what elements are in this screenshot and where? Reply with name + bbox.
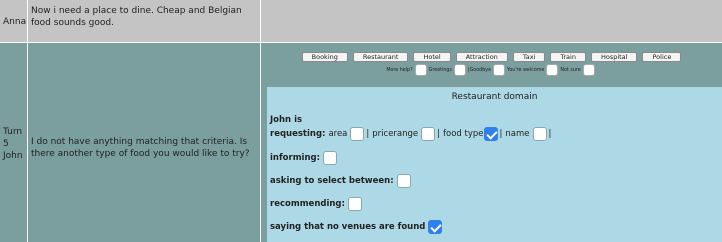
select-label: asking to select between:: [270, 176, 394, 186]
restaurant-domain-panel: Restaurant domain John is requesting: ar…: [267, 87, 722, 242]
prev-turn-message-cell: Now i need a place to dine. Cheap and Be…: [28, 0, 260, 42]
help-greetings-label: Greetings: [428, 67, 452, 73]
help-not-sure: Not sure: [560, 64, 596, 76]
domain-button-booking[interactable]: Booking: [301, 52, 348, 62]
domain-button-hospital[interactable]: Hospital: [590, 52, 638, 62]
slot-separator: |: [366, 129, 370, 139]
current-turn-message: I do not have anything matching that cri…: [31, 137, 250, 159]
help-more-checkbox[interactable]: [414, 64, 427, 76]
help-more-label: More help?: [386, 67, 413, 73]
annotation-panel: Booking Restaurant Hotel Attraction Taxi…: [261, 43, 722, 242]
no-venues-row: saying that no venues are found: [270, 220, 444, 234]
slot-separator: |: [499, 129, 503, 139]
slot-pricerange-checkbox[interactable]: [421, 127, 436, 141]
slot-food-type-label: food type: [443, 129, 484, 139]
prev-turn-speaker: Anna: [3, 17, 27, 27]
turn-label-block: Turn 5 John: [3, 126, 23, 162]
domain-button-police[interactable]: Police: [642, 52, 682, 62]
current-turn-speaker-cell: Turn 5 John: [0, 43, 27, 242]
domain-button-train[interactable]: Train: [550, 52, 586, 62]
prev-turn-annotation-cell: [261, 0, 722, 42]
slot-pricerange-label: pricerange: [372, 129, 419, 139]
help-not-sure-label: Not sure: [560, 67, 581, 73]
no-venues-label: saying that no venues are found: [270, 222, 426, 232]
requesting-row: requesting: area | pricerange | food typ…: [270, 127, 551, 141]
recommending-row: recommending:: [270, 197, 364, 211]
slot-food-type-checkbox[interactable]: [483, 127, 498, 141]
domain-button-bar: Booking Restaurant Hotel Attraction Taxi…: [261, 52, 722, 62]
help-welcome-label: You're welcome: [507, 67, 545, 73]
requesting-label: requesting:: [270, 129, 326, 139]
domain-button-restaurant[interactable]: Restaurant: [352, 52, 409, 62]
no-venues-checkbox[interactable]: [428, 220, 443, 234]
help-greetings-checkbox[interactable]: [453, 64, 466, 76]
domain-button-attraction[interactable]: Attraction: [455, 52, 508, 62]
select-checkbox[interactable]: [396, 174, 411, 188]
informing-checkbox[interactable]: [323, 151, 337, 165]
slot-area-checkbox[interactable]: [350, 127, 365, 141]
slot-area-label: area: [328, 129, 348, 139]
informing-row: informing:: [270, 151, 339, 165]
recommending-label: recommending:: [270, 199, 345, 209]
help-welcome: You're welcome: [507, 64, 560, 76]
current-turn-speaker: John: [3, 151, 23, 161]
help-more: More help?: [386, 64, 428, 76]
prev-turn-speaker-cell: Anna: [0, 0, 27, 42]
help-goodbye-checkbox[interactable]: [493, 64, 506, 76]
turn-number: 5: [3, 139, 9, 149]
select-row: asking to select between:: [270, 174, 413, 188]
recommending-checkbox[interactable]: [347, 197, 362, 211]
turn-label: Turn: [3, 127, 23, 137]
informing-label: informing:: [270, 153, 320, 163]
domain-panel-title: Restaurant domain: [451, 92, 538, 102]
current-turn-message-cell: I do not have anything matching that cri…: [28, 43, 260, 242]
slot-name-label: name: [505, 129, 530, 139]
domain-button-hotel[interactable]: Hotel: [413, 52, 451, 62]
help-welcome-checkbox[interactable]: [546, 64, 559, 76]
domain-button-taxi[interactable]: Taxi: [512, 52, 546, 62]
help-greetings: Greetings: [429, 64, 468, 76]
help-not-sure-checkbox[interactable]: [582, 64, 595, 76]
general-act-row: More help? Greetings | Goodbye You're we…: [261, 64, 722, 76]
speaker-line: John is: [270, 115, 303, 125]
help-goodbye-label: Goodbye: [469, 67, 492, 73]
slot-name-checkbox[interactable]: [532, 127, 547, 141]
prev-turn-message: Now i need a place to dine. Cheap and Be…: [31, 6, 242, 28]
slot-separator: |: [437, 129, 441, 139]
help-goodbye: | Goodbye: [468, 64, 507, 76]
slot-separator: |: [548, 129, 552, 139]
